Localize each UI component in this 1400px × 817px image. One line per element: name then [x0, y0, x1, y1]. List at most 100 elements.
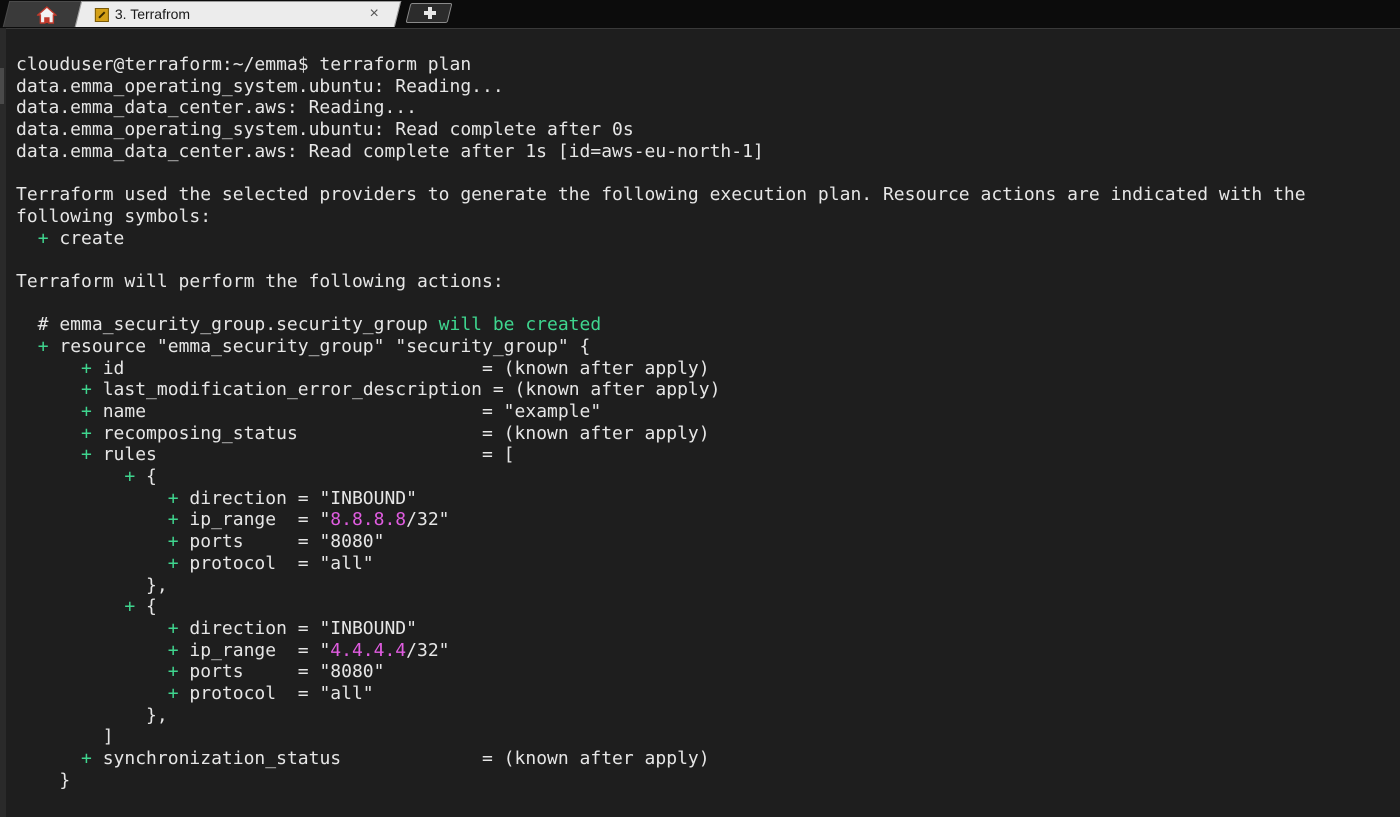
terminal-text: direction = "INBOUND" — [178, 617, 417, 639]
terminal-window: 3. Terrafrom × clouduser@terraform:~/emm… — [0, 0, 1400, 817]
terminal-text: ] — [16, 726, 114, 748]
plus-marker: + — [124, 466, 136, 488]
terminal-line: + resource "emma_security_group" "securi… — [16, 336, 1400, 358]
terminal-line: + ports = "8080" — [16, 531, 1400, 553]
terminal-text: } — [16, 769, 71, 791]
terminal-line: clouduser@terraform:~/emma$ terraform pl… — [16, 54, 1400, 76]
terminal-text: data.emma_operating_system.ubuntu: Read … — [16, 119, 634, 141]
terminal-line: + rules = [ — [16, 444, 1400, 466]
terminal-line: + protocol = "all" — [16, 683, 1400, 705]
terminal-text: direction = "INBOUND" — [178, 487, 417, 509]
terminal-line: data.emma_operating_system.ubuntu: Readi… — [16, 76, 1400, 98]
terminal-text: { — [135, 466, 157, 488]
terminal-text: # emma_security_group.security_group — [16, 314, 439, 336]
plus-marker: + — [167, 639, 179, 661]
terminal-line: }, — [16, 705, 1400, 727]
left-edge — [0, 28, 6, 817]
plus-marker: + — [167, 509, 179, 531]
plus-marker: + — [81, 748, 92, 769]
tool-icon — [94, 8, 109, 22]
plus-marker: + — [37, 335, 49, 357]
terminal-line: following symbols: — [16, 206, 1400, 228]
plus-marker: + — [167, 552, 179, 574]
terminal-line: + direction = "INBOUND" — [16, 618, 1400, 640]
terminal-line: data.emma_data_center.aws: Reading... — [16, 97, 1400, 119]
terminal-text: data.emma_operating_system.ubuntu: Readi… — [16, 75, 504, 97]
edge-marker — [0, 68, 4, 104]
terminal-line: + ports = "8080" — [16, 661, 1400, 683]
terminal-text: synchronization_status = (known after ap… — [91, 748, 710, 769]
home-icon[interactable] — [36, 5, 57, 25]
terminal-text: /32" — [406, 509, 450, 531]
terminal-text: { — [135, 596, 157, 618]
terminal-text: rules = [ — [91, 444, 515, 466]
terminal-line: + create — [16, 228, 1400, 250]
terminal-line: + recomposing_status = (known after appl… — [16, 423, 1400, 445]
terminal-line: }, — [16, 575, 1400, 597]
new-tab-button[interactable] — [405, 3, 453, 23]
terminal-line: } — [16, 770, 1400, 792]
plus-marker: + — [81, 357, 92, 379]
terminal-line: + id = (known after apply) — [16, 358, 1400, 380]
terminal-text: Terraform will perform the following act… — [16, 270, 504, 292]
terminal-line: + synchronization_status = (known after … — [16, 748, 1400, 770]
terminal-text: will be created — [438, 314, 602, 336]
plus-marker: + — [81, 401, 92, 422]
home-tab[interactable] — [2, 1, 86, 27]
terminal-text: 4.4.4.4 — [330, 639, 407, 661]
terminal-line: Terraform will perform the following act… — [16, 271, 1400, 293]
plus-marker: + — [167, 682, 179, 704]
terminal-line: data.emma_data_center.aws: Read complete… — [16, 141, 1400, 163]
terminal-line: # emma_security_group.security_group wil… — [16, 314, 1400, 336]
plus-marker: + — [81, 444, 92, 466]
terminal-text: following symbols: — [16, 205, 212, 227]
plus-marker: + — [124, 596, 136, 618]
terminal-text: last_modification_error_description = (k… — [91, 379, 721, 401]
terminal-line: + direction = "INBOUND" — [16, 488, 1400, 510]
plus-marker: + — [167, 531, 179, 553]
terminal-text: name = "example" — [91, 401, 602, 422]
tab-title: 3. Terrafrom — [114, 6, 191, 22]
terminal-line: + { — [16, 596, 1400, 618]
terminal-line: + ip_range = "4.4.4.4/32" — [16, 640, 1400, 662]
terminal-line: + ip_range = "8.8.8.8/32" — [16, 509, 1400, 531]
terminal-text: create — [48, 227, 125, 249]
terminal-text: clouduser@terraform:~/emma$ terraform pl… — [16, 54, 472, 75]
terminal-line: Terraform used the selected providers to… — [16, 184, 1400, 206]
terminal-text: ip_range = " — [178, 509, 331, 531]
tab-bar: 3. Terrafrom × — [0, 0, 1400, 29]
terminal-line: data.emma_operating_system.ubuntu: Read … — [16, 119, 1400, 141]
terminal-line: + last_modification_error_description = … — [16, 379, 1400, 401]
terminal-text: }, — [16, 704, 168, 726]
terminal-line: ] — [16, 726, 1400, 748]
terminal-text: Terraform used the selected providers to… — [16, 184, 1306, 206]
plus-marker: + — [81, 422, 92, 444]
tab-terraform[interactable]: 3. Terrafrom × — [74, 1, 402, 27]
plus-marker: + — [167, 487, 179, 509]
close-icon[interactable]: × — [370, 5, 379, 23]
terminal-text: recomposing_status = (known after apply) — [91, 422, 710, 444]
terminal-output[interactable]: clouduser@terraform:~/emma$ terraform pl… — [16, 54, 1400, 791]
plus-icon[interactable] — [423, 6, 437, 20]
terminal-line: + protocol = "all" — [16, 553, 1400, 575]
terminal-text: protocol = "all" — [178, 682, 374, 704]
